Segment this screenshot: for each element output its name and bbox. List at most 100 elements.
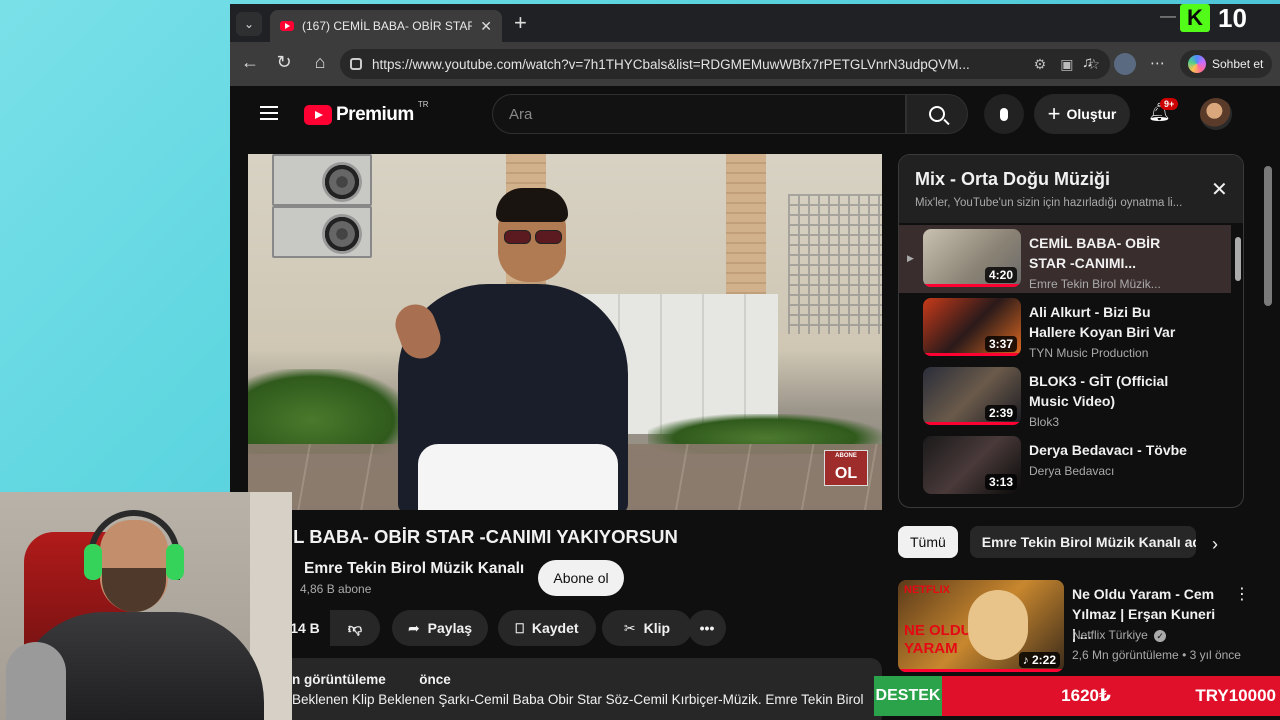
description-box[interactable] xyxy=(282,658,882,720)
recommended-meta: 2,6 Mn görüntüleme • 3 yıl önce xyxy=(1072,648,1241,662)
share-button[interactable]: ➦ Paylaş xyxy=(392,610,488,646)
copilot-chat-label: Sohbet et xyxy=(1212,57,1264,71)
webcam-hood xyxy=(6,642,66,720)
duration-badge: 4:20 xyxy=(984,267,1017,283)
subscriber-count: 4,86 B abone xyxy=(300,582,372,596)
playlist-item[interactable]: ▶ 4:20 CEMİL BABA- OBİR STAR -CANIMI... … xyxy=(899,225,1231,293)
copilot-icon xyxy=(1188,55,1206,73)
watch-progress xyxy=(923,284,1021,287)
duration-badge: 3:13 xyxy=(984,474,1017,490)
channel-name[interactable]: Emre Tekin Birol Müzik Kanalı xyxy=(304,560,524,578)
browser-window: ⌄ (167) CEMİL BABA- OBİR STAR -CA ✕ + — … xyxy=(230,4,1280,720)
voice-search-button[interactable] xyxy=(984,94,1024,134)
more-vert-icon[interactable]: ⋮ xyxy=(1234,584,1250,604)
close-icon[interactable]: ✕ xyxy=(1211,177,1228,202)
youtube-logo[interactable]: Premium TR xyxy=(304,100,428,126)
video-frame-fence xyxy=(788,194,882,334)
recommended-video[interactable]: NETFLIX NE OLDU YARAM ♪ 2:22 Ne Oldu Yar… xyxy=(898,580,1250,674)
video-thumbnail: 3:37 xyxy=(923,298,1021,356)
donation-label: DESTEK xyxy=(874,676,942,716)
playlist-panel: Mix - Orta Doğu Müziği Mix'ler, YouTube'… xyxy=(898,154,1244,508)
search-input[interactable]: Ara xyxy=(492,94,906,134)
subscribe-watermark[interactable]: ABONE OL xyxy=(824,450,868,486)
menu-icon[interactable] xyxy=(260,106,278,120)
youtube-favicon-icon xyxy=(280,21,294,31)
playlist-item[interactable]: 2:39 BLOK3 - GİT (Official Music Video) … xyxy=(899,363,1231,431)
chip-all[interactable]: Tümü xyxy=(898,526,958,558)
description-text: Beklenen Klip Beklenen Şarkı-Cemil Baba … xyxy=(292,692,864,707)
playlist-title[interactable]: Mix - Orta Doğu Müziği xyxy=(915,169,1110,190)
tab-youtube[interactable]: (167) CEMİL BABA- OBİR STAR -CA ✕ xyxy=(270,10,502,42)
subscribe-button[interactable]: Abone ol xyxy=(538,560,624,596)
search-icon xyxy=(929,106,945,122)
playlist-item-title: BLOK3 - GİT (Official Music Video) xyxy=(1029,373,1169,409)
page-scrollbar[interactable] xyxy=(1264,166,1272,306)
youtube-play-icon xyxy=(304,105,332,125)
close-icon[interactable]: ✕ xyxy=(480,18,492,35)
video-frame-person-legs xyxy=(418,444,618,510)
playlist-item-channel: TYN Music Production xyxy=(1029,346,1149,360)
more-actions-button[interactable]: ••• xyxy=(688,610,726,646)
playlist-item-title: CEMİL BABA- OBİR STAR -CANIMI... xyxy=(1029,235,1161,271)
collections-icon[interactable]: ♫ xyxy=(1082,54,1093,71)
verified-icon: ✓ xyxy=(1154,630,1167,642)
view-count: n görüntüleme xyxy=(292,672,386,687)
kick-count: 10 xyxy=(1218,2,1247,33)
back-button[interactable]: ← xyxy=(238,52,262,73)
chevron-right-icon[interactable]: › xyxy=(1212,534,1218,555)
dislike-button[interactable]: 👎︎ xyxy=(330,610,380,646)
playlist-item-title: Derya Bedavacı - Tövbe xyxy=(1029,442,1187,458)
clip-label: Klip xyxy=(643,620,671,636)
playlist-item-channel: Blok3 xyxy=(1029,415,1060,429)
playlist-item[interactable]: 3:37 Ali Alkurt - Bizi Bu Hallere Koyan … xyxy=(899,294,1231,362)
headphone-earcup xyxy=(84,544,102,580)
logo-text: Premium xyxy=(336,104,414,125)
url-text: https://www.youtube.com/watch?v=7h1THYCb… xyxy=(372,56,970,72)
now-playing-icon: ▶ xyxy=(907,253,914,263)
recommended-channel: Netflix Türkiye ✓ xyxy=(1072,628,1167,642)
app-available-icon[interactable]: ▣ xyxy=(1060,56,1073,73)
search-button[interactable] xyxy=(906,94,968,134)
playlist-item-channel: Derya Bedavacı xyxy=(1029,464,1115,478)
playlist-subtitle: Mix'ler, YouTube'un sizin için hazırladı… xyxy=(915,197,1183,209)
thumbs-down-icon: 👎︎ xyxy=(347,619,363,636)
refresh-button[interactable]: ↻ xyxy=(272,52,296,73)
video-thumbnail: 2:39 xyxy=(923,367,1021,425)
copilot-chat-button[interactable]: Sohbet et xyxy=(1180,50,1272,78)
donation-bar: DESTEK 1620₺ TRY10000 xyxy=(874,676,1280,716)
video-player[interactable]: ABONE OL xyxy=(248,154,882,510)
create-button[interactable]: + Oluştur xyxy=(1034,94,1130,134)
address-toolbar: ← ↻ ⌂ https://www.youtube.com/watch?v=7h… xyxy=(230,42,1280,86)
more-menu-icon[interactable]: ⋯ xyxy=(1150,54,1165,72)
playlist-item[interactable]: 3:13 Derya Bedavacı - Tövbe Derya Bedava… xyxy=(899,432,1231,500)
create-label: Oluştur xyxy=(1066,106,1117,122)
bookmark-icon: ⎕ xyxy=(515,619,524,636)
new-tab-button[interactable]: + xyxy=(514,10,527,36)
playlist-scrollbar[interactable] xyxy=(1235,237,1241,281)
clip-button[interactable]: ✂ Klip xyxy=(602,610,692,646)
watch-progress xyxy=(898,669,1064,672)
video-frame-sunglasses xyxy=(504,230,562,244)
minimize-button[interactable]: — xyxy=(1160,8,1176,26)
profile-avatar[interactable] xyxy=(1114,53,1136,75)
playlist-item-channel: Emre Tekin Birol Müzik... xyxy=(1029,277,1161,291)
duration-badge: 3:37 xyxy=(984,336,1017,352)
save-button[interactable]: ⎕ Kaydet xyxy=(498,610,596,646)
address-bar[interactable]: https://www.youtube.com/watch?v=7h1THYCb… xyxy=(340,49,1110,79)
account-avatar[interactable] xyxy=(1200,98,1232,130)
tab-title: (167) CEMİL BABA- OBİR STAR -CA xyxy=(302,19,473,33)
tab-actions-button[interactable]: ⌄ xyxy=(236,12,262,36)
logo-region: TR xyxy=(417,100,429,109)
site-info-icon[interactable] xyxy=(350,58,362,70)
share-icon: ➦ xyxy=(407,619,420,636)
like-count[interactable]: 14 B xyxy=(288,610,322,646)
kick-logo-icon: K xyxy=(1180,4,1210,32)
related-filter-chips: Tümü Emre Tekin Birol Müzik Kanalı adlı … xyxy=(898,526,1196,558)
extension-icon[interactable]: ⚙ xyxy=(1034,56,1047,73)
webcam-overlay xyxy=(0,492,292,720)
chip-channel[interactable]: Emre Tekin Birol Müzik Kanalı adlı y xyxy=(969,526,1196,558)
watermark-small-text: ABONE xyxy=(835,453,857,459)
home-button[interactable]: ⌂ xyxy=(308,52,332,73)
description-meta: n görüntüleme önce xyxy=(292,672,451,687)
video-title: İL BABA- OBİR STAR -CANIMI YAKIYORSUN xyxy=(288,526,678,547)
